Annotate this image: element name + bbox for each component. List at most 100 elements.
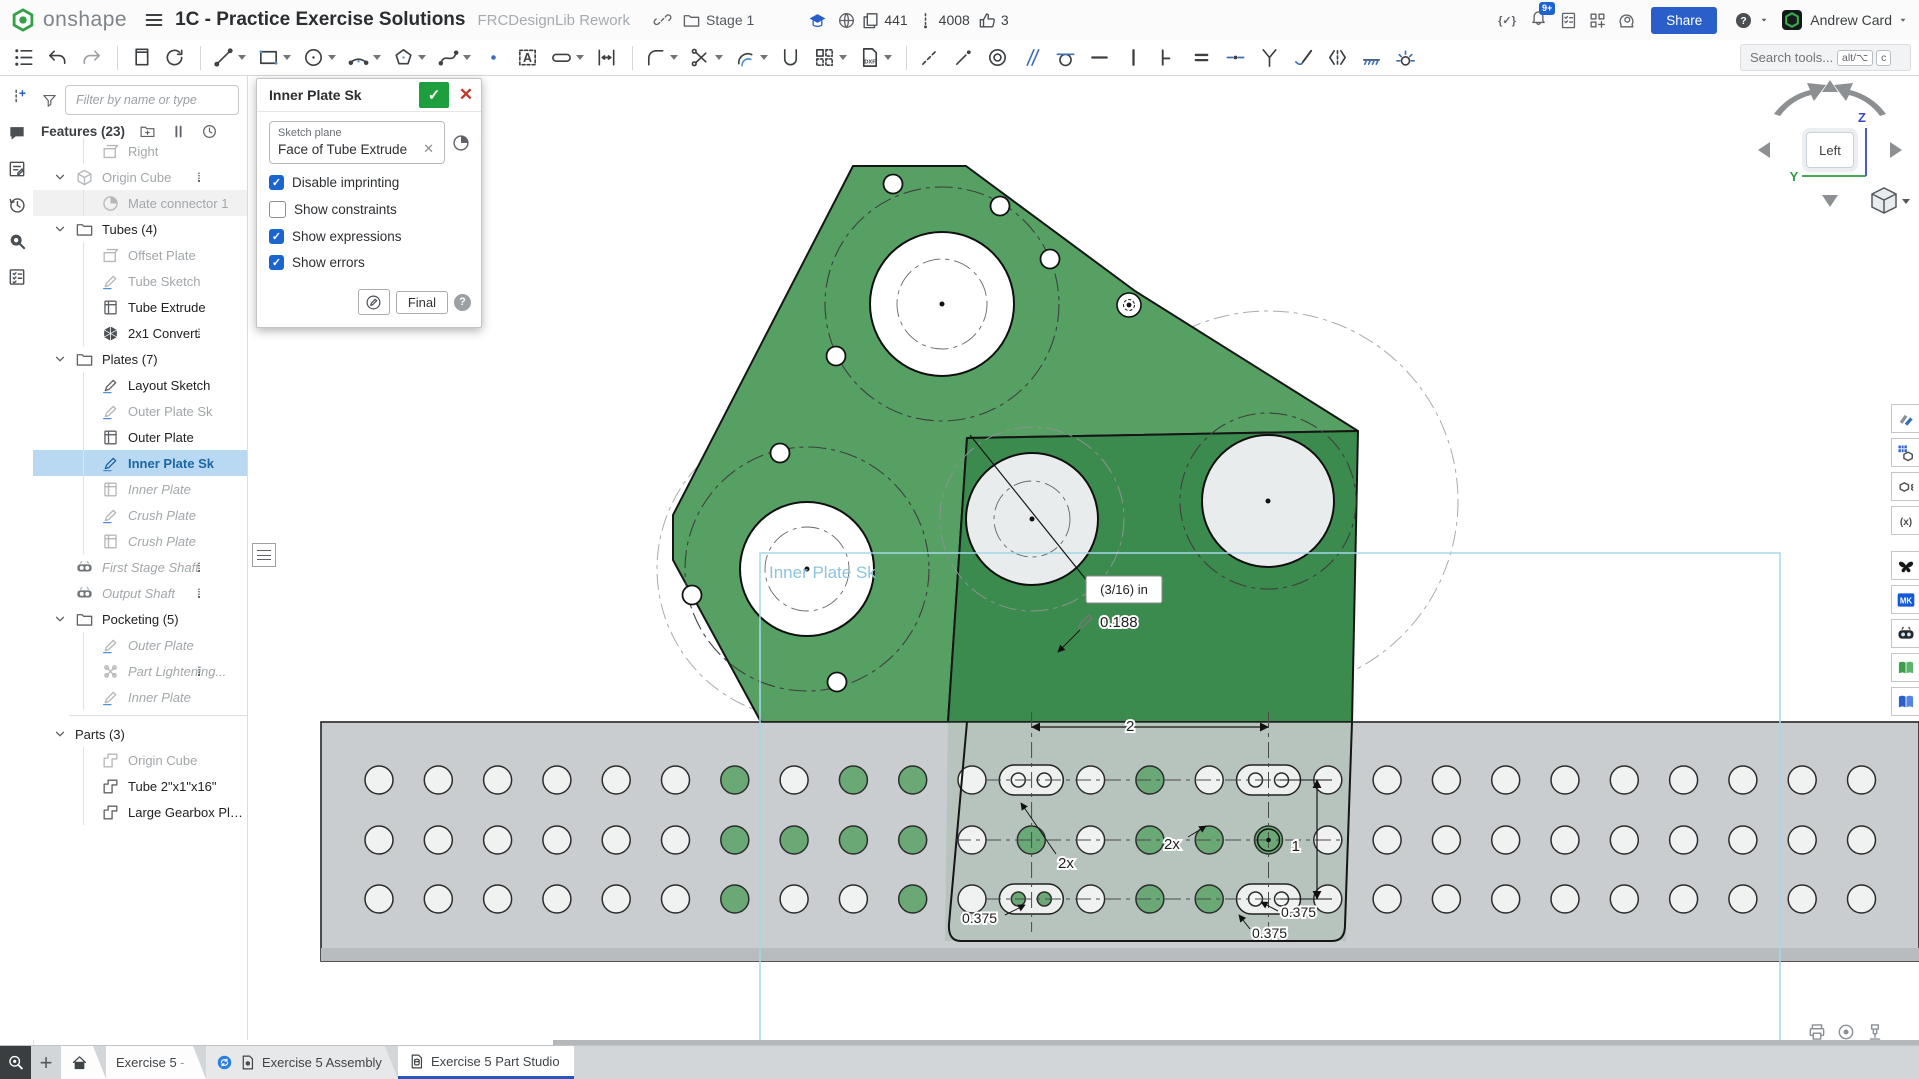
public-globe-icon[interactable]: [837, 11, 856, 30]
tube-hole[interactable]: [365, 885, 393, 913]
cube-braces-app-button[interactable]: [1891, 472, 1919, 501]
tube-hole[interactable]: [1848, 826, 1876, 854]
tube-hole[interactable]: [1729, 826, 1757, 854]
tube-hole[interactable]: [1492, 826, 1520, 854]
checked-checkbox[interactable]: ✓: [269, 175, 284, 190]
learning-icon[interactable]: [808, 11, 827, 30]
use-project-tool[interactable]: [775, 43, 806, 72]
tree-item[interactable]: Parts (3): [33, 721, 247, 747]
document-tab[interactable]: Exercise 5 Assembly: [206, 1046, 398, 1079]
pattern-tool[interactable]: [809, 43, 851, 72]
tube-hole[interactable]: [1432, 766, 1460, 794]
onshape-logo-icon[interactable]: [10, 7, 36, 33]
tree-item[interactable]: Mate connector 1: [33, 190, 247, 216]
document-title[interactable]: 1C - Practice Exercise Solutions: [175, 9, 465, 31]
polygon-tool[interactable]: [388, 43, 430, 72]
add-feature-icon[interactable]: [7, 87, 27, 107]
comment-icon[interactable]: [7, 123, 27, 143]
tube-hole[interactable]: [1848, 885, 1876, 913]
view-cube[interactable]: Left: [1802, 128, 1858, 172]
tree-item[interactable]: First Stage Shaft: [33, 554, 247, 580]
line-tool[interactable]: [208, 43, 250, 72]
tree-item[interactable]: Crush Plate: [33, 528, 247, 554]
derive-tool[interactable]: [159, 43, 190, 72]
versions-stat[interactable]: 4008: [916, 11, 970, 30]
horizontal-tool[interactable]: [1084, 43, 1115, 72]
intersection-tool[interactable]: [1254, 43, 1285, 72]
tube-hole[interactable]: [1432, 826, 1460, 854]
user-menu[interactable]: Andrew Card: [1810, 12, 1909, 28]
tube-hole[interactable]: [1729, 766, 1757, 794]
equal-tool[interactable]: [1186, 43, 1217, 72]
tube-hole[interactable]: [484, 885, 512, 913]
undo-tool[interactable]: [42, 43, 73, 72]
tree-item[interactable]: Part Lightening...: [33, 658, 247, 684]
tube-hole[interactable]: [839, 826, 867, 854]
chevron-down-icon[interactable]: [463, 55, 471, 60]
tree-item[interactable]: Inner Plate: [33, 476, 247, 502]
apps-icon[interactable]: [1588, 11, 1607, 30]
tree-item[interactable]: Tube Sketch: [33, 268, 247, 294]
tree-item[interactable]: Outer Plate: [33, 424, 247, 450]
confirm-button[interactable]: ✓: [419, 82, 449, 108]
tube-hole[interactable]: [662, 826, 690, 854]
tube-hole[interactable]: [1432, 885, 1460, 913]
main-menu-icon[interactable]: [143, 9, 165, 31]
help-icon[interactable]: ?: [1734, 11, 1753, 30]
butterfly-app-button[interactable]: [1891, 551, 1919, 580]
filter-box[interactable]: [65, 85, 239, 115]
tree-item[interactable]: Large Gearbox Plate: [33, 799, 247, 825]
parallel-tool[interactable]: [1016, 43, 1047, 72]
chevron-down-icon[interactable]: [238, 55, 246, 60]
tube-hole[interactable]: [424, 826, 452, 854]
turntable-icon[interactable]: [1836, 1022, 1856, 1042]
tube-hole[interactable]: [1610, 826, 1638, 854]
tree-item[interactable]: Offset Plate: [33, 242, 247, 268]
tube-hole[interactable]: [1788, 766, 1816, 794]
tube-hole[interactable]: [1670, 885, 1698, 913]
normal-tool[interactable]: [1288, 43, 1319, 72]
link-icon[interactable]: [653, 11, 672, 30]
tube-hole[interactable]: [1551, 885, 1579, 913]
tree-item[interactable]: Tubes (4): [33, 216, 247, 242]
mkcad-app-button[interactable]: MK: [1891, 585, 1919, 614]
dialog-option[interactable]: Show constraints: [269, 201, 471, 218]
document-tab[interactable]: Exercise 5 Part Studio: [398, 1046, 574, 1079]
drill-press-icon[interactable]: [1865, 1022, 1885, 1042]
tube-hole[interactable]: [839, 885, 867, 913]
rectangle-tool[interactable]: [253, 43, 295, 72]
tube-hole[interactable]: [365, 766, 393, 794]
share-button[interactable]: Share: [1651, 7, 1717, 34]
tube-hole[interactable]: [1373, 766, 1401, 794]
text-tool[interactable]: A: [512, 43, 543, 72]
tree-item[interactable]: Crush Plate: [33, 502, 247, 528]
tube-hole[interactable]: [1848, 766, 1876, 794]
edit-sketch-button[interactable]: [358, 289, 390, 315]
chevron-down-icon[interactable]: [328, 55, 336, 60]
tube-hole[interactable]: [1610, 766, 1638, 794]
clear-selection-icon[interactable]: ✕: [421, 141, 436, 157]
tube-hole[interactable]: [543, 826, 571, 854]
chevron-down-icon[interactable]: [576, 55, 584, 60]
search-tools[interactable]: alt/⌥ c: [1740, 44, 1911, 71]
tree-item[interactable]: Right: [33, 138, 247, 164]
tube-hole[interactable]: [602, 826, 630, 854]
dialog-help-icon[interactable]: ?: [454, 294, 471, 311]
dimension-tool[interactable]: [591, 43, 622, 72]
concentric-tool[interactable]: [982, 43, 1013, 72]
chevron-down-icon[interactable]: [670, 55, 678, 60]
sketch-point-marker[interactable]: [1117, 293, 1141, 317]
tube-hole[interactable]: [1373, 826, 1401, 854]
copy-tool[interactable]: [125, 43, 156, 72]
checked-checkbox[interactable]: ✓: [269, 255, 284, 270]
notes-icon[interactable]: [7, 159, 27, 179]
chevron-down-icon[interactable]: [53, 352, 67, 366]
item-menu-icon[interactable]: [193, 324, 205, 342]
vertical-tool[interactable]: [1118, 43, 1149, 72]
checked-checkbox[interactable]: ✓: [269, 229, 284, 244]
tangent-tool[interactable]: [1050, 43, 1081, 72]
tube-hole[interactable]: [484, 826, 512, 854]
printer-icon[interactable]: [1807, 1022, 1827, 1042]
tree-item[interactable]: Pocketing (5): [33, 606, 247, 632]
chevron-down-icon[interactable]: [53, 170, 67, 184]
